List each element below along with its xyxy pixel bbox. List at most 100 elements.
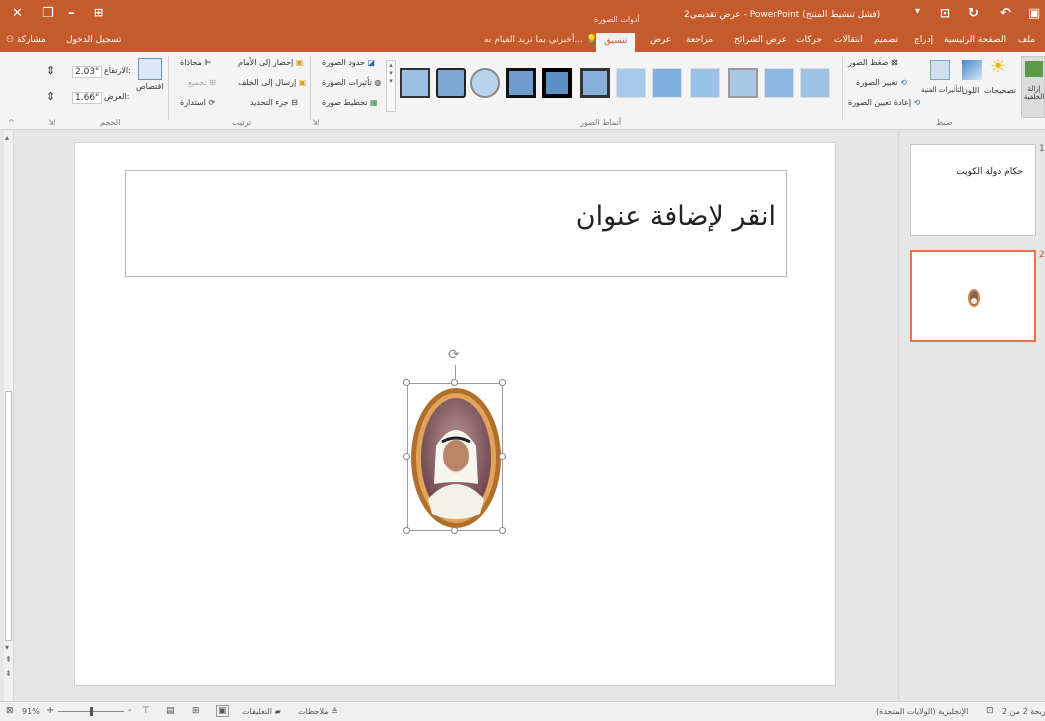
zoom-in-button[interactable]: +: [46, 705, 54, 716]
scroll-up-icon[interactable]: ▴: [5, 133, 9, 142]
share-button[interactable]: ⚇ مشاركة: [6, 35, 46, 45]
size-dialog-launcher-icon[interactable]: ⇲: [48, 118, 55, 127]
send-backward-button[interactable]: إرسال إلى الخلف ▣: [238, 78, 306, 87]
color-button[interactable]: اللون: [962, 86, 979, 95]
picture-style-thumb[interactable]: [542, 68, 572, 98]
window-title: عرض تقديمي2 - PowerPoint (فشل تنشيط المن…: [684, 10, 881, 20]
present-icon[interactable]: ⊡: [940, 6, 950, 20]
picture-style-thumb[interactable]: [470, 68, 500, 98]
reset-picture-button[interactable]: إعادة تعيين الصورة ⟲: [848, 98, 920, 107]
resize-handle[interactable]: [499, 527, 506, 534]
resize-handle[interactable]: [451, 379, 458, 386]
close-icon[interactable]: ✕: [12, 6, 23, 21]
picture-style-thumb[interactable]: [436, 68, 466, 98]
language-indicator[interactable]: الإنجليزية (الولايات المتحدة): [876, 707, 968, 716]
resize-handle[interactable]: [499, 453, 506, 460]
notes-button[interactable]: ملاحظات ≜: [298, 707, 338, 716]
artistic-effects-icon[interactable]: [930, 60, 950, 80]
tell-me-box[interactable]: أخبرني بما تريد القيام به... 💡: [484, 35, 597, 45]
tab-home[interactable]: الصفحة الرئيسية: [944, 35, 1006, 45]
restore-icon[interactable]: ❐: [42, 6, 54, 21]
minimize-icon[interactable]: –: [68, 6, 75, 21]
remove-background-button[interactable]: إزالة الخلفية: [1021, 56, 1045, 118]
save-icon[interactable]: ▣: [1028, 6, 1040, 21]
slide-sorter-icon[interactable]: ⊞: [192, 706, 200, 716]
align-button[interactable]: محاذاة ⊫: [180, 58, 211, 67]
picture-style-thumb[interactable]: [800, 68, 830, 98]
group-button[interactable]: تجميع ⊞: [188, 78, 216, 87]
tab-animations[interactable]: حركات: [796, 35, 822, 45]
picture-selection-box[interactable]: [407, 383, 503, 531]
resize-handle[interactable]: [451, 527, 458, 534]
tab-view[interactable]: عرض: [650, 35, 671, 45]
scroll-thumb[interactable]: [5, 391, 12, 641]
scroll-down-icon[interactable]: ▾: [5, 643, 9, 652]
picture-border-button[interactable]: حدود الصورة ◪: [322, 58, 375, 67]
picture-style-thumb[interactable]: [652, 68, 682, 98]
customize-qat-icon[interactable]: ▾: [915, 6, 920, 17]
resize-handle[interactable]: [403, 453, 410, 460]
zoom-out-button[interactable]: -: [128, 705, 132, 716]
next-slide-icon[interactable]: ⇟: [5, 669, 12, 678]
title-placeholder-text[interactable]: انقر لإضافة عنوان: [576, 201, 776, 232]
artistic-effects-button[interactable]: التأثيرات الفنية: [921, 86, 964, 94]
picture-style-thumb[interactable]: [506, 68, 536, 98]
spell-check-icon[interactable]: ⊡: [986, 706, 994, 716]
previous-slide-icon[interactable]: ⇞: [5, 655, 12, 664]
color-icon[interactable]: [962, 60, 982, 80]
rotate-handle-icon[interactable]: ⟳: [448, 347, 460, 363]
normal-view-icon[interactable]: ▣: [216, 705, 229, 717]
compress-pictures-button[interactable]: ضغط الصور ⊠: [848, 58, 898, 67]
tab-review[interactable]: مراجعة: [686, 35, 713, 45]
picture-style-thumb[interactable]: [764, 68, 794, 98]
rotate-button[interactable]: استدارة ⟳: [180, 98, 215, 107]
comments-button[interactable]: التعليقات ▰: [242, 707, 281, 716]
portrait-picture[interactable]: [408, 384, 504, 532]
corrections-icon[interactable]: ☀: [990, 56, 1006, 77]
picture-style-thumb[interactable]: [616, 68, 646, 98]
tab-transitions[interactable]: انتقالات: [834, 35, 863, 45]
zoom-slider-thumb[interactable]: [90, 707, 93, 716]
resize-handle[interactable]: [403, 527, 410, 534]
picture-layout-button[interactable]: تخطيط صورة ▦: [322, 98, 378, 107]
height-spinner[interactable]: ⇕: [46, 64, 55, 77]
picture-style-thumb[interactable]: [400, 68, 430, 98]
picture-style-thumb[interactable]: [690, 68, 720, 98]
undo-icon[interactable]: ↶: [1000, 6, 1011, 21]
zoom-level[interactable]: 91%: [22, 707, 40, 716]
tab-design[interactable]: تصميم: [874, 35, 898, 45]
change-picture-button[interactable]: تغيير الصورة ⟲: [856, 78, 907, 87]
crop-button[interactable]: اقتصاص: [136, 82, 164, 91]
resize-handle[interactable]: [499, 379, 506, 386]
corrections-button[interactable]: تصحيحات: [984, 86, 1016, 95]
reading-view-icon[interactable]: ▤: [166, 706, 175, 716]
bring-forward-button[interactable]: إحضار إلى الأمام ▣: [238, 58, 303, 67]
slide-canvas[interactable]: انقر لإضافة عنوان ⟳: [74, 142, 836, 686]
resize-handle[interactable]: [403, 379, 410, 386]
height-input[interactable]: 2.03": [72, 66, 103, 78]
picture-style-thumb[interactable]: [580, 68, 610, 98]
picture-effects-button[interactable]: تأثيرات الصورة ◍: [322, 78, 381, 87]
ribbon-display-icon[interactable]: ⊞: [94, 6, 103, 19]
fit-slide-icon[interactable]: ⊠: [6, 706, 14, 716]
tab-format[interactable]: تنسيق: [596, 33, 636, 52]
gallery-scroll[interactable]: ▴ ▾ ▾: [386, 60, 396, 112]
collapse-ribbon-icon[interactable]: ^: [8, 118, 15, 127]
width-input[interactable]: 1.66": [72, 92, 103, 104]
slide-thumbnail-1[interactable]: حكام دولة الكويت: [910, 144, 1036, 236]
tab-insert[interactable]: إدراج: [914, 35, 933, 45]
crop-icon[interactable]: [138, 58, 162, 80]
picture-style-thumb[interactable]: [728, 68, 758, 98]
tab-file[interactable]: ملف: [1018, 35, 1035, 45]
title-placeholder[interactable]: انقر لإضافة عنوان: [125, 170, 787, 277]
sign-in-link[interactable]: تسجيل الدخول: [66, 35, 121, 45]
selection-pane-button[interactable]: جزء التحديد ⊟: [250, 98, 298, 107]
width-spinner[interactable]: ⇕: [46, 90, 55, 103]
redo-icon[interactable]: ↻: [968, 6, 979, 21]
slideshow-view-icon[interactable]: ⊤: [142, 706, 150, 716]
vertical-scrollbar[interactable]: ▴ ▾ ⇞ ⇟: [4, 131, 14, 701]
slide-thumbnail-2[interactable]: [910, 250, 1036, 342]
tab-slideshow[interactable]: عرض الشرائح: [734, 35, 787, 45]
title-bar: ✕ ❐ – ⊞ أدوات الصورة عرض تقديمي2 - Power…: [0, 0, 1045, 30]
styles-dialog-launcher-icon[interactable]: ⇲: [312, 118, 319, 127]
